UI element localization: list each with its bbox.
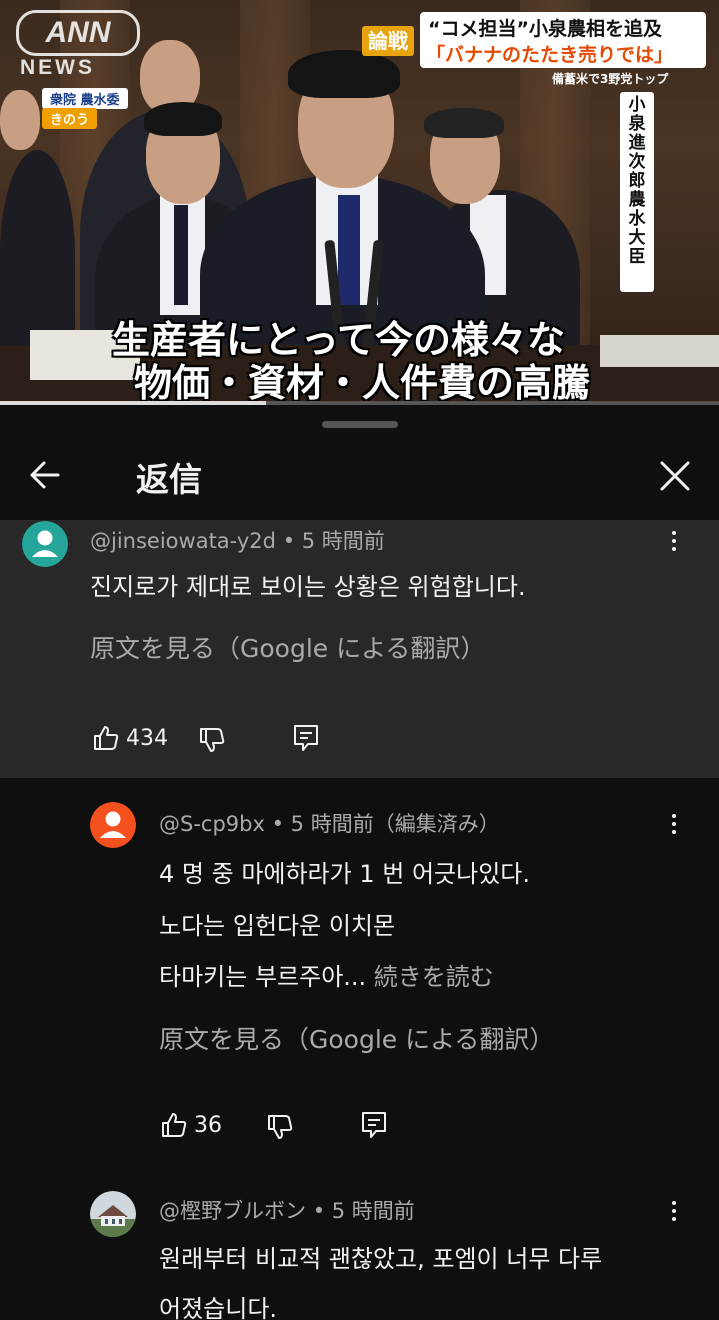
more-options-button[interactable]: [664, 1197, 684, 1233]
caption-line2: 物価・資材・人件費の高騰: [134, 361, 591, 405]
comment-author[interactable]: @樫野ブルボン: [159, 1199, 306, 1223]
dislike-button[interactable]: [266, 1110, 294, 1144]
ann-logo: ANN: [16, 10, 140, 56]
person-aide-tie: [174, 205, 188, 305]
person-left: [0, 150, 75, 360]
reply-button[interactable]: [360, 1108, 388, 1142]
comment-meta: @S-cp9bx • 5 時間前（編集済み）: [159, 808, 500, 838]
comment-time: 5 時間前（編集済み）: [290, 812, 500, 836]
more-options-button[interactable]: [664, 810, 684, 846]
comment-text: 원래부터 비교적 괜찮았고, 포엠이 너무 다루: [159, 1245, 603, 1273]
reply-comment: @樫野ブルボン • 5 時間前 원래부터 비교적 괜찮았고, 포엠이 너무 다루…: [0, 1173, 719, 1320]
user-avatar-icon: [90, 802, 136, 848]
reply-comment-icon: [294, 725, 318, 751]
person-aide-hair: [144, 102, 222, 136]
like-button[interactable]: 36: [160, 1108, 222, 1142]
thumbs-up-icon: [94, 726, 119, 750]
headline-line2: 「バナナのたたき売りでは」: [426, 44, 674, 66]
avatar[interactable]: [90, 1191, 136, 1237]
comment-text-line: 타마키는 부르주아... 続きを読む: [159, 957, 494, 992]
day-tag: きのう: [42, 108, 98, 129]
comment-meta: @jinseiowata-y2d • 5 時間前: [90, 525, 385, 555]
thumbs-down-icon: [200, 728, 225, 752]
comment-text: 노다는 입헌다운 이치몬: [159, 912, 396, 940]
comment-text: 어졌습니다.: [159, 1295, 278, 1320]
comment-author[interactable]: @jinseiowata-y2d: [90, 529, 276, 553]
person-right-hair: [424, 108, 504, 138]
meta-separator: •: [282, 529, 302, 553]
reply-button[interactable]: [292, 721, 320, 755]
comment-time: 5 時間前: [331, 1199, 415, 1223]
comment-meta: @樫野ブルボン • 5 時間前: [159, 1195, 415, 1225]
close-icon: [660, 461, 690, 491]
replies-sheet: 返信 @jinseiowata-y2d • 5 時間前 진지로가 제대로 보이는…: [0, 405, 719, 1320]
back-button[interactable]: [22, 455, 72, 495]
building-avatar-icon: [90, 1191, 136, 1237]
person-left-head: [0, 90, 40, 150]
like-count: 434: [126, 725, 168, 751]
avatar[interactable]: [22, 521, 68, 567]
like-button[interactable]: 434: [92, 721, 168, 755]
comment-author[interactable]: @S-cp9bx: [159, 812, 265, 836]
see-original-link[interactable]: 原文を見る（Google による翻訳）: [159, 1020, 554, 1056]
user-avatar-icon: [22, 521, 68, 567]
subheadline: 備蓄米で3野党トップ: [552, 72, 669, 86]
panel-title: 返信: [136, 460, 202, 499]
thumbs-up-icon: [162, 1113, 187, 1137]
meta-separator: •: [312, 1199, 332, 1223]
comment-text: 4 명 중 마에하라가 1 번 어긋나있다.: [159, 860, 530, 888]
speaker-tie: [338, 195, 360, 305]
reply-comment-icon: [362, 1112, 386, 1138]
comment-text: 타마키는 부르주아...: [159, 963, 367, 991]
news-logo: NEWS: [20, 56, 95, 79]
news-badge: 論戦: [362, 26, 414, 56]
see-original-link[interactable]: 原文を見る（Google による翻訳）: [90, 629, 485, 665]
comment-time: 5 時間前: [301, 529, 385, 553]
like-count: 36: [194, 1112, 222, 1138]
dislike-button[interactable]: [198, 723, 226, 757]
location-tag: 衆院 農水委: [42, 88, 128, 109]
papers: [600, 335, 719, 367]
avatar[interactable]: [90, 802, 136, 848]
comment-text: 진지로가 제대로 보이는 상황은 위험합니다.: [90, 573, 526, 601]
speaker-nameplate: 小泉進次郎農水大臣: [628, 95, 646, 267]
video-player[interactable]: ANN NEWS 衆院 農水委 きのう 論戦 “コメ担当”小泉農相を追及 「バナ…: [0, 0, 719, 405]
panel-header: 返信: [0, 429, 719, 521]
close-button[interactable]: [652, 453, 698, 499]
more-options-button[interactable]: [664, 527, 684, 563]
thumbs-down-icon: [268, 1115, 293, 1139]
speaker-hair: [288, 50, 400, 98]
reply-comment: @S-cp9bx • 5 時間前（編集済み） 4 명 중 마에하라가 1 번 어…: [0, 778, 719, 1173]
read-more-link[interactable]: 続きを読む: [374, 963, 494, 991]
meta-separator: •: [271, 812, 291, 836]
parent-comment: @jinseiowata-y2d • 5 時間前 진지로가 제대로 보이는 상황…: [0, 521, 719, 778]
headline-line1: “コメ担当”小泉農相を追及: [428, 18, 662, 40]
arrow-left-icon: [30, 461, 60, 489]
drag-handle[interactable]: [322, 421, 398, 428]
